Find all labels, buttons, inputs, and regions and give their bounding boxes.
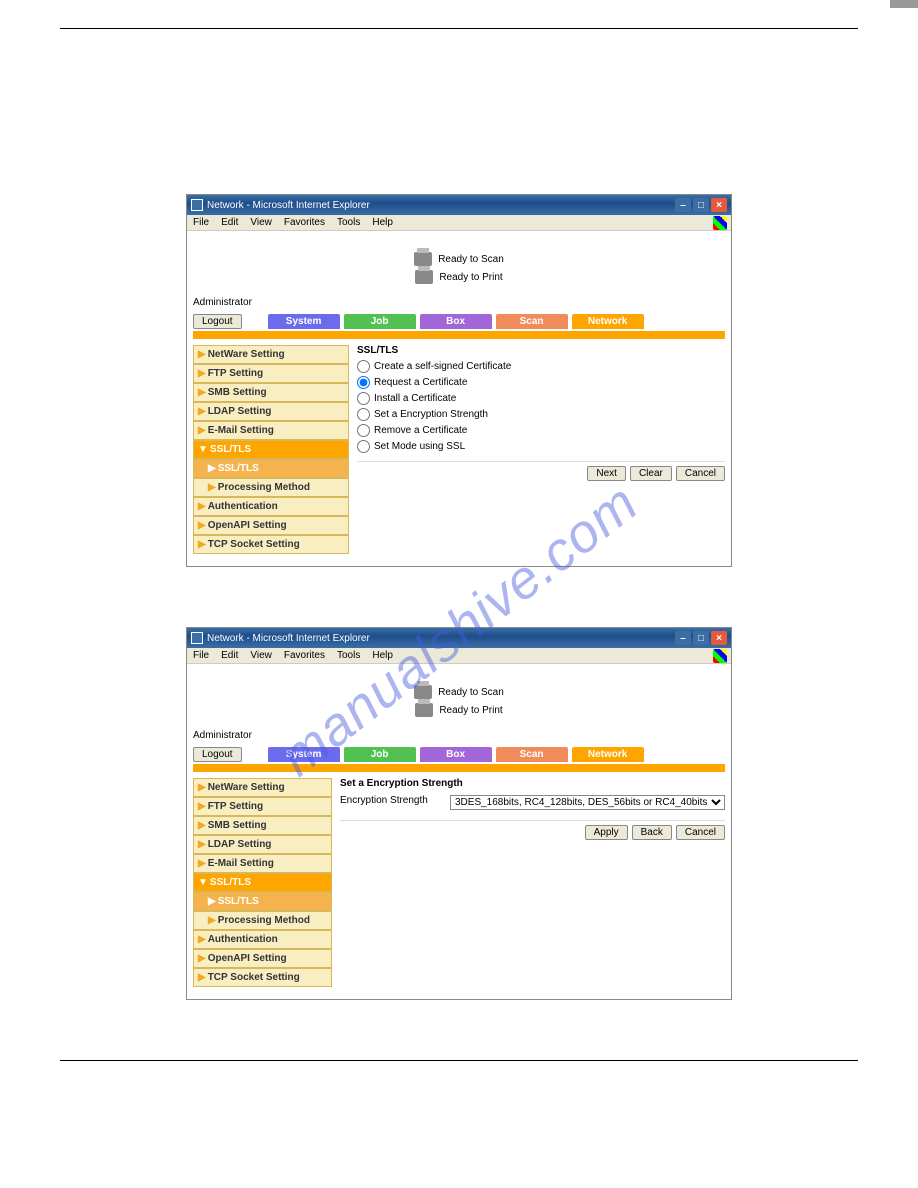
- tab-box[interactable]: Box: [420, 314, 492, 329]
- status-print: Ready to Print: [439, 705, 502, 716]
- next-button[interactable]: Next: [587, 466, 626, 481]
- ie-icon: [191, 199, 203, 211]
- tab-network[interactable]: Network: [572, 314, 644, 329]
- tab-system[interactable]: System: [268, 747, 340, 762]
- menu-file[interactable]: File: [193, 217, 209, 228]
- menu-tools[interactable]: Tools: [337, 650, 360, 661]
- encryption-strength-select[interactable]: 3DES_168bits, RC4_128bits, DES_56bits or…: [450, 795, 725, 810]
- minimize-button[interactable]: –: [675, 631, 691, 645]
- cancel-button[interactable]: Cancel: [676, 466, 725, 481]
- menubar: File Edit View Favorites Tools Help: [187, 648, 731, 664]
- menu-file[interactable]: File: [193, 650, 209, 661]
- sidebar-email[interactable]: ▶E-Mail Setting: [193, 854, 332, 873]
- sidebar-processing-method[interactable]: ▶Processing Method: [193, 478, 349, 497]
- close-button[interactable]: ×: [711, 631, 727, 645]
- windows-logo-icon: [713, 649, 729, 665]
- back-button[interactable]: Back: [632, 825, 672, 840]
- status-scan: Ready to Scan: [438, 687, 504, 698]
- printer-icon: [415, 703, 433, 717]
- administrator-label: Administrator: [193, 297, 725, 310]
- status-scan: Ready to Scan: [438, 254, 504, 265]
- radio-create-cert[interactable]: [357, 360, 370, 373]
- tab-scan[interactable]: Scan: [496, 314, 568, 329]
- tab-system[interactable]: System: [268, 314, 340, 329]
- menubar: File Edit View Favorites Tools Help: [187, 215, 731, 231]
- printer-icon: [415, 270, 433, 284]
- maximize-button[interactable]: □: [693, 198, 709, 212]
- sidebar-tcp-socket[interactable]: ▶TCP Socket Setting: [193, 968, 332, 987]
- sidebar-email[interactable]: ▶E-Mail Setting: [193, 421, 349, 440]
- scanner-icon: [414, 685, 432, 699]
- sidebar-ldap[interactable]: ▶LDAP Setting: [193, 835, 332, 854]
- menu-tools[interactable]: Tools: [337, 217, 360, 228]
- window-title: Network - Microsoft Internet Explorer: [207, 633, 370, 644]
- cancel-button[interactable]: Cancel: [676, 825, 725, 840]
- encryption-strength-label: Encryption Strength: [340, 795, 450, 810]
- radio-request-cert[interactable]: [357, 376, 370, 389]
- screenshot-window-2: Network - Microsoft Internet Explorer – …: [186, 627, 732, 1000]
- administrator-label: Administrator: [193, 730, 725, 743]
- sidebar-smb[interactable]: ▶SMB Setting: [193, 816, 332, 835]
- pane-title-encryption: Set a Encryption Strength: [340, 778, 725, 789]
- orange-bar: [193, 331, 725, 339]
- menu-help[interactable]: Help: [372, 650, 393, 661]
- sidebar-authentication[interactable]: ▶Authentication: [193, 930, 332, 949]
- scanner-icon: [414, 252, 432, 266]
- pane-title-ssltls: SSL/TLS: [357, 345, 725, 356]
- sidebar-ssltls-item[interactable]: ▶SSL/TLS: [193, 459, 349, 478]
- radio-install-cert[interactable]: [357, 392, 370, 405]
- menu-view[interactable]: View: [250, 650, 272, 661]
- page-corner-tab: [890, 0, 918, 8]
- menu-help[interactable]: Help: [372, 217, 393, 228]
- radio-remove-cert[interactable]: [357, 424, 370, 437]
- sidebar-openapi[interactable]: ▶OpenAPI Setting: [193, 949, 332, 968]
- tab-network[interactable]: Network: [572, 747, 644, 762]
- sidebar-ldap[interactable]: ▶LDAP Setting: [193, 402, 349, 421]
- menu-edit[interactable]: Edit: [221, 217, 238, 228]
- menu-favorites[interactable]: Favorites: [284, 650, 325, 661]
- sidebar-netware[interactable]: ▶NetWare Setting: [193, 345, 349, 364]
- screenshot-window-1: Network - Microsoft Internet Explorer – …: [186, 194, 732, 567]
- minimize-button[interactable]: –: [675, 198, 691, 212]
- sidebar: ▶NetWare Setting ▶FTP Setting ▶SMB Setti…: [193, 345, 349, 554]
- logout-button[interactable]: Logout: [193, 747, 242, 762]
- maximize-button[interactable]: □: [693, 631, 709, 645]
- windows-logo-icon: [713, 216, 729, 232]
- sidebar-ssltls-category[interactable]: ▼SSL/TLS: [193, 873, 332, 892]
- sidebar-authentication[interactable]: ▶Authentication: [193, 497, 349, 516]
- window-titlebar: Network - Microsoft Internet Explorer – …: [187, 628, 731, 648]
- tab-job[interactable]: Job: [344, 314, 416, 329]
- status-print: Ready to Print: [439, 272, 502, 283]
- sidebar: ▶NetWare Setting ▶FTP Setting ▶SMB Setti…: [193, 778, 332, 987]
- menu-favorites[interactable]: Favorites: [284, 217, 325, 228]
- menu-edit[interactable]: Edit: [221, 650, 238, 661]
- ie-icon: [191, 632, 203, 644]
- tab-scan[interactable]: Scan: [496, 747, 568, 762]
- tab-box[interactable]: Box: [420, 747, 492, 762]
- window-title: Network - Microsoft Internet Explorer: [207, 200, 370, 211]
- sidebar-openapi[interactable]: ▶OpenAPI Setting: [193, 516, 349, 535]
- menu-view[interactable]: View: [250, 217, 272, 228]
- sidebar-smb[interactable]: ▶SMB Setting: [193, 383, 349, 402]
- radio-set-encryption[interactable]: [357, 408, 370, 421]
- sidebar-ssltls-item[interactable]: ▶SSL/TLS: [193, 892, 332, 911]
- sidebar-netware[interactable]: ▶NetWare Setting: [193, 778, 332, 797]
- tab-job[interactable]: Job: [344, 747, 416, 762]
- logout-button[interactable]: Logout: [193, 314, 242, 329]
- sidebar-ftp[interactable]: ▶FTP Setting: [193, 364, 349, 383]
- orange-bar: [193, 764, 725, 772]
- page-bottom-rule: [60, 1060, 858, 1090]
- radio-set-mode-ssl[interactable]: [357, 440, 370, 453]
- page-top-rule: [60, 28, 858, 29]
- sidebar-processing-method[interactable]: ▶Processing Method: [193, 911, 332, 930]
- window-titlebar: Network - Microsoft Internet Explorer – …: [187, 195, 731, 215]
- close-button[interactable]: ×: [711, 198, 727, 212]
- sidebar-tcp-socket[interactable]: ▶TCP Socket Setting: [193, 535, 349, 554]
- apply-button[interactable]: Apply: [585, 825, 628, 840]
- sidebar-ssltls-category[interactable]: ▼SSL/TLS: [193, 440, 349, 459]
- sidebar-ftp[interactable]: ▶FTP Setting: [193, 797, 332, 816]
- clear-button[interactable]: Clear: [630, 466, 672, 481]
